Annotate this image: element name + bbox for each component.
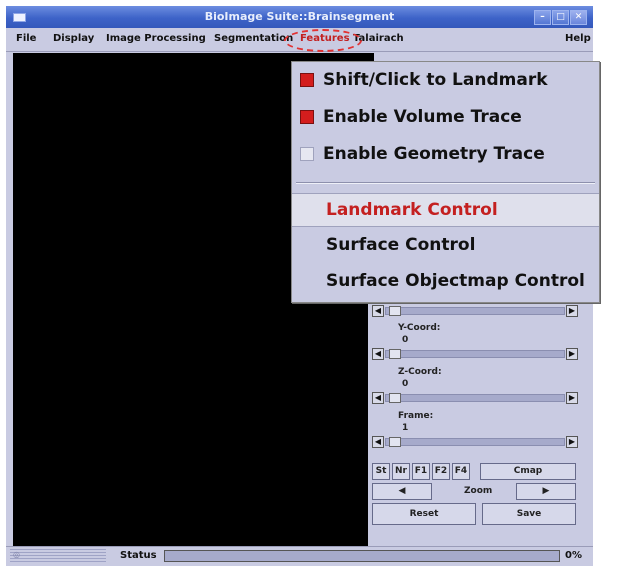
landmark-control-label: Landmark Control [326,200,498,220]
frame-decrease-button[interactable]: ◀ [372,436,384,448]
menu-display[interactable]: Display [53,33,94,44]
enable-volume-trace-checkbox[interactable] [300,110,314,124]
menu-separator [296,182,595,184]
frame-thumb[interactable] [389,437,401,447]
enable-geometry-trace-checkbox[interactable] [300,147,314,161]
coordinate-panel: 0 ◀ ▶ Y-Coord: 0 ◀ ▶ Z-Coord: 0 ◀ ▶ Fram… [368,295,588,548]
x-coord-thumb[interactable] [389,306,401,316]
zoom-out-button[interactable]: ◀ [372,483,432,500]
z-coord-thumb[interactable] [389,393,401,403]
maximize-button[interactable]: □ [552,10,569,25]
f2-button[interactable]: F2 [432,463,450,480]
features-highlight-annotation [284,29,362,52]
z-coord-decrease-button[interactable]: ◀ [372,392,384,404]
z-coord-label: Z-Coord: [398,367,442,377]
window-title: BioImage Suite::Brainsegment [204,10,395,23]
status-label: Status [120,550,157,561]
save-button[interactable]: Save [482,503,576,525]
menu-item-shift-click-landmark[interactable]: Shift/Click to Landmark [292,64,599,96]
enable-volume-trace-label: Enable Volume Trace [323,107,522,127]
menu-segmentation[interactable]: Segmentation [214,33,293,44]
menu-item-enable-volume-trace[interactable]: Enable Volume Trace [292,101,599,133]
z-coord-track[interactable] [385,393,565,403]
y-coord-increase-button[interactable]: ▶ [566,348,578,360]
minimize-button[interactable]: – [534,10,551,25]
y-coord-thumb[interactable] [389,349,401,359]
reset-button[interactable]: Reset [372,503,476,525]
f1-button[interactable]: F1 [412,463,430,480]
frame-value: 1 [402,423,409,433]
surface-control-label: Surface Control [326,235,476,255]
nr-button[interactable]: Nr [392,463,410,480]
frame-slider[interactable]: ◀ ▶ [372,436,578,448]
st-button[interactable]: St [372,463,390,480]
zoom-label: Zoom [464,486,493,496]
y-coord-slider[interactable]: ◀ ▶ [372,348,578,360]
z-coord-increase-button[interactable]: ▶ [566,392,578,404]
x-coord-slider[interactable]: ◀ ▶ [372,305,578,317]
features-dropdown-menu: Shift/Click to Landmark Enable Volume Tr… [291,61,600,303]
menu-item-landmark-control[interactable]: Landmark Control [292,193,599,227]
menu-item-enable-geometry-trace[interactable]: Enable Geometry Trace [292,138,599,170]
z-coord-value: 0 [402,379,409,389]
status-progress-bar [164,550,560,562]
menu-item-surface-objectmap-control[interactable]: Surface Objectmap Control [292,265,599,297]
status-percent: 0% [565,550,582,561]
frame-increase-button[interactable]: ▶ [566,436,578,448]
menu-file[interactable]: File [16,33,36,44]
enable-geometry-trace-label: Enable Geometry Trace [323,144,545,164]
surface-objectmap-control-label: Surface Objectmap Control [326,271,585,291]
zoom-in-button[interactable]: ▶ [516,483,576,500]
frame-label: Frame: [398,411,434,421]
y-coord-label: Y-Coord: [398,323,441,333]
f4-button[interactable]: F4 [452,463,470,480]
z-coord-slider[interactable]: ◀ ▶ [372,392,578,404]
close-button[interactable]: ✕ [570,10,587,25]
status-bar: ◎ Status 0% [6,546,593,566]
shift-click-landmark-checkbox[interactable] [300,73,314,87]
status-indicator-icon: ◎ [13,550,20,559]
cmap-button[interactable]: Cmap [480,463,576,480]
menu-help[interactable]: Help [565,33,591,44]
title-bar[interactable]: BioImage Suite::Brainsegment – □ ✕ [6,6,593,28]
x-coord-track[interactable] [385,306,565,316]
y-coord-value: 0 [402,335,409,345]
status-grip: ◎ [10,549,106,563]
menu-item-surface-control[interactable]: Surface Control [292,229,599,261]
y-coord-decrease-button[interactable]: ◀ [372,348,384,360]
x-coord-decrease-button[interactable]: ◀ [372,305,384,317]
shift-click-landmark-label: Shift/Click to Landmark [323,70,548,90]
x-coord-increase-button[interactable]: ▶ [566,305,578,317]
frame-track[interactable] [385,437,565,447]
menu-image-processing[interactable]: Image Processing [106,33,206,44]
y-coord-track[interactable] [385,349,565,359]
